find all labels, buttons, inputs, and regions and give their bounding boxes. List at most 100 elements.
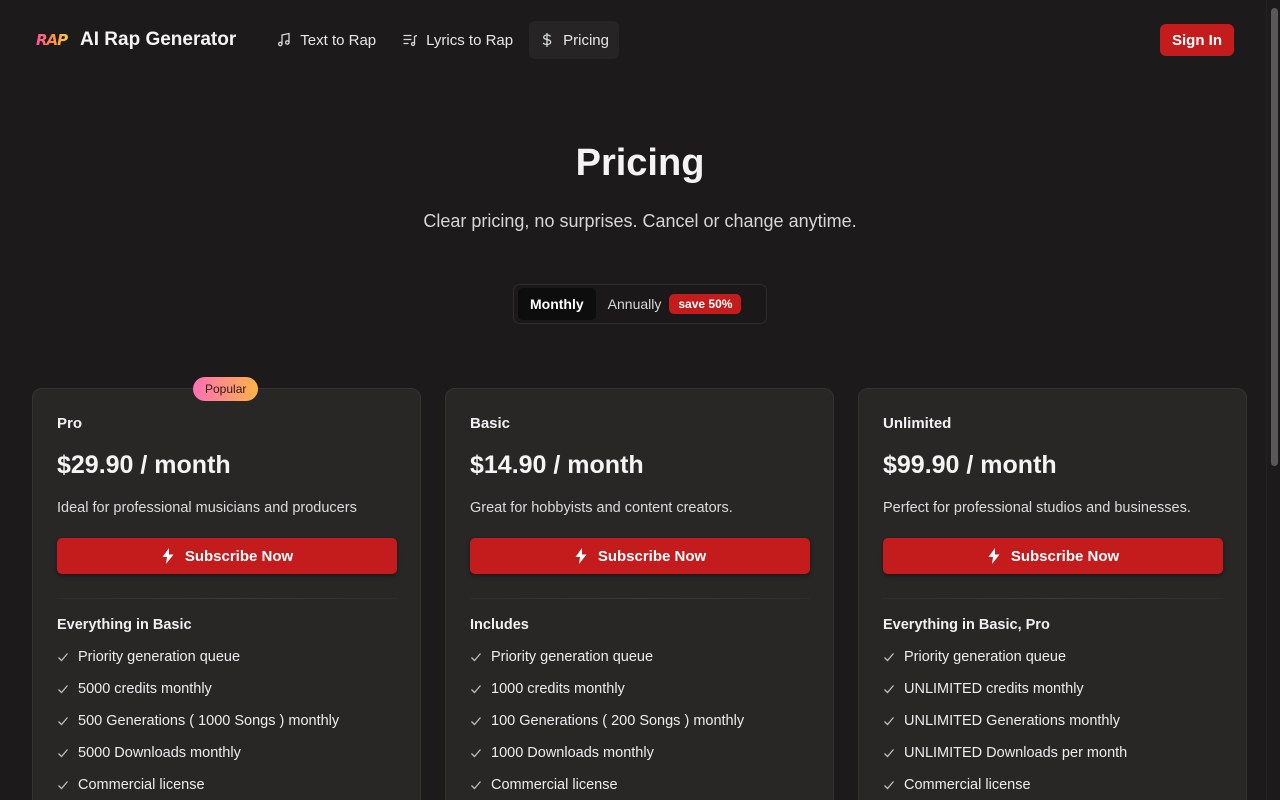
plan-name: Basic [470,415,511,432]
feature-text: Commercial license [78,777,205,793]
subscribe-label: Subscribe Now [184,547,294,565]
plan-card-unlimited: Unlimited $99.90 / month Perfect for pro… [858,388,1247,800]
plan-card-pro: Popular Pro $29.90 / month Ideal for pro… [32,377,421,800]
main-nav: Text to Rap Lyrics to Rap Pricing [266,21,619,59]
page-title: Pricing [575,142,705,184]
check-icon [471,653,481,662]
feature-text: Commercial license [904,777,1031,793]
plan-price: $99.90 / month [883,451,1057,479]
feature-text: 500 Generations ( 1000 Songs ) monthly [78,713,340,729]
feature-text: UNLIMITED credits monthly [904,681,1084,697]
feature-item: Commercial license [883,769,1222,800]
subscribe-label: Subscribe Now [597,547,707,565]
subscribe-button[interactable]: Subscribe Now [883,538,1223,574]
music-note-icon [278,32,290,47]
divider [57,598,397,599]
save-badge: save 50% [669,294,742,314]
feature-text: Priority generation queue [78,649,241,665]
check-icon [471,717,481,726]
sign-in-button[interactable]: Sign In [1160,24,1234,56]
lightning-icon [162,548,174,564]
feature-item: Commercial license [470,769,809,800]
plan-card-basic: Basic $14.90 / month Great for hobbyists… [445,388,834,800]
feature-item: 5000 Downloads monthly [57,737,396,769]
subscribe-label: Subscribe Now [1010,547,1120,565]
plan-price: $29.90 / month [57,451,231,479]
annually-label: Annually [607,296,662,312]
subscribe-button[interactable]: Subscribe Now [470,538,810,574]
divider [470,598,810,599]
check-icon [471,781,481,790]
scrollbar[interactable] [1266,0,1280,800]
feature-item: UNLIMITED Generations monthly [883,705,1222,737]
plan-description: Ideal for professional musicians and pro… [57,500,357,516]
plan-name: Unlimited [883,415,952,432]
feature-item: Priority generation queue [470,641,809,673]
check-icon [58,685,68,694]
plan-name: Pro [57,415,83,432]
feature-text: 1000 Downloads monthly [491,745,654,761]
feature-item: 1000 Downloads monthly [470,737,809,769]
nav-label: Text to Rap [300,31,377,49]
feature-item: Priority generation queue [57,641,396,673]
feature-text: Commercial license [491,777,618,793]
plan-price: $14.90 / month [470,451,644,479]
app-title: AI Rap Generator [80,29,237,50]
features-heading: Includes [470,617,529,633]
logo[interactable]: RAP AI Rap Generator [36,29,236,51]
check-icon [58,781,68,790]
features-heading: Everything in Basic [57,617,192,633]
check-icon [884,685,894,694]
annually-option[interactable]: Annually save 50% [596,294,742,314]
nav-label: Lyrics to Rap [426,31,514,49]
feature-text: Priority generation queue [904,649,1067,665]
logo-mark: RAP [36,31,68,49]
features-heading: Everything in Basic, Pro [883,617,1050,633]
subscribe-button[interactable]: Subscribe Now [57,538,397,574]
feature-text: 5000 Downloads monthly [78,745,241,761]
music-list-icon [403,34,418,47]
monthly-option[interactable]: Monthly [518,288,596,320]
dollar-icon [542,33,552,47]
check-icon [884,749,894,758]
divider [883,598,1223,599]
nav-pricing[interactable]: Pricing [529,21,619,59]
feature-item: 5000 credits monthly [57,673,396,705]
check-icon [58,717,68,726]
feature-item: UNLIMITED Downloads per month [883,737,1222,769]
feature-item: UNLIMITED credits monthly [883,673,1222,705]
check-icon [58,749,68,758]
check-icon [471,749,481,758]
popular-badge: Popular [193,377,259,401]
nav-text-to-rap[interactable]: Text to Rap [266,21,386,59]
feature-list: Priority generation queue 1000 credits m… [470,641,809,800]
plan-description: Great for hobbyists and content creators… [470,500,733,516]
feature-list: Priority generation queue UNLIMITED cred… [883,641,1222,800]
feature-item: 1000 credits monthly [470,673,809,705]
feature-text: 5000 credits monthly [78,681,212,697]
feature-item: 500 Generations ( 1000 Songs ) monthly [57,705,396,737]
feature-item: Commercial license [57,769,396,800]
feature-text: 1000 credits monthly [491,681,625,697]
check-icon [58,653,68,662]
scrollbar-thumb[interactable] [1271,8,1278,466]
feature-item: 100 Generations ( 200 Songs ) monthly [470,705,809,737]
feature-item: Priority generation queue [883,641,1222,673]
lightning-icon [988,548,1000,564]
check-icon [884,781,894,790]
check-icon [884,653,894,662]
billing-period-toggle: Monthly Annually save 50% [513,284,767,324]
feature-list: Priority generation queue 5000 credits m… [57,641,396,800]
nav-lyrics-to-rap[interactable]: Lyrics to Rap [392,21,523,59]
nav-label: Pricing [563,31,609,49]
page-subtitle: Clear pricing, no surprises. Cancel or c… [423,211,857,231]
plan-description: Perfect for professional studios and bus… [883,500,1191,516]
lightning-icon [575,548,587,564]
check-icon [884,717,894,726]
feature-text: UNLIMITED Downloads per month [904,745,1128,761]
check-icon [471,685,481,694]
feature-text: 100 Generations ( 200 Songs ) monthly [491,713,745,729]
top-nav-bar: RAP AI Rap Generator Text to Rap Lyrics … [0,0,1266,80]
feature-text: Priority generation queue [491,649,654,665]
feature-text: UNLIMITED Generations monthly [904,713,1120,729]
